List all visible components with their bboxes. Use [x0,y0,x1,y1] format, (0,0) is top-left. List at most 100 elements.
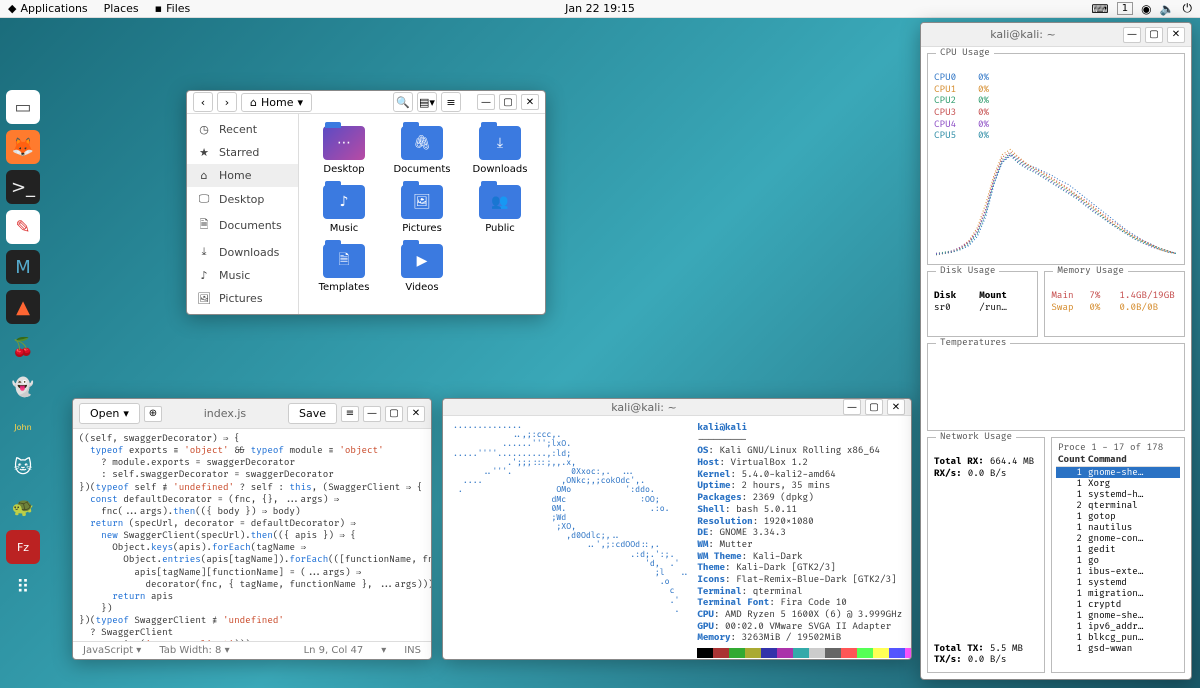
dock-ghost[interactable]: 👻 [6,370,40,404]
terminal-monitor: kali@kali: ~ — ▢ ✕ CPU Usage CPU00%CPU10… [920,22,1192,680]
minimize-button[interactable]: — [477,94,495,110]
dock-metasploit[interactable]: M [6,250,40,284]
folder-icon: 👥 [479,185,521,219]
process-row[interactable]: 1ibus-exte… [1056,566,1180,577]
maximize-button[interactable]: ▢ [385,406,403,422]
process-row[interactable]: 2gnome-con… [1056,533,1180,544]
close-button[interactable]: ✕ [1167,27,1185,43]
minimize-button[interactable]: — [1123,27,1141,43]
sidebar-item-recent[interactable]: ◷Recent [187,118,298,141]
folder-desktop[interactable]: ⋯Desktop [307,126,381,175]
folder-icon: ▶ [401,244,443,278]
files-menu[interactable]: ▪ Files [155,2,191,15]
tab-width-selector[interactable]: Tab Width: 8 ▾ [159,645,229,656]
terminal-body[interactable]: .............. ..,;:ccc,. ......''';lxO.… [443,416,911,660]
close-button[interactable]: ✕ [887,399,905,415]
process-row[interactable]: 1gsd-wwan [1056,643,1180,654]
folder-label: Documents [393,164,450,175]
processes-panel: Proce 1 - 17 of 178 Count Command 1gnome… [1051,437,1185,673]
menu-button[interactable]: ≡ [441,92,461,112]
record-icon[interactable]: ◉ [1141,2,1151,16]
power-icon[interactable]: ⏻ [1183,1,1193,16]
folder-pictures[interactable]: 🖼Pictures [385,185,459,234]
code-area[interactable]: ((self, swaggerDecorator) ⇒ { typeof exp… [73,429,431,641]
process-row[interactable]: 1ipv6_addr… [1056,621,1180,632]
process-row[interactable]: 1cryptd [1056,599,1180,610]
dock-ettercap[interactable]: 🐱 [6,450,40,484]
dock-gedit[interactable]: ✎ [6,210,40,244]
folder-templates[interactable]: 🗎Templates [307,244,381,293]
folder-public[interactable]: 👥Public [463,185,537,234]
process-row[interactable]: 1migration… [1056,588,1180,599]
applications-menu[interactable]: ◆ Applications [8,2,88,15]
sidebar-item-label: Recent [219,123,257,136]
gedit-window: Open ▾ ⊕ index.js Save ≡ — ▢ ✕ ((self, s… [72,398,432,660]
save-button[interactable]: Save [288,403,337,424]
sidebar-item-desktop[interactable]: 🖵Desktop [187,187,298,211]
dock-files[interactable]: ▭ [6,90,40,124]
process-row[interactable]: 1gedit [1056,544,1180,555]
folder-label: Downloads [473,164,528,175]
workspace-indicator[interactable]: 1 [1117,2,1133,15]
cpu-pct: 0% [978,84,989,96]
forward-button[interactable]: › [217,92,237,112]
maximize-button[interactable]: ▢ [865,399,883,415]
dock-john[interactable]: John [6,410,40,444]
process-row[interactable]: 1systemd [1056,577,1180,588]
view-button[interactable]: ▤▾ [417,92,437,112]
sidebar-item-starred[interactable]: ★Starred [187,141,298,164]
dock-firefox[interactable]: 🦊 [6,130,40,164]
folder-documents[interactable]: 🖇Documents [385,126,459,175]
back-button[interactable]: ‹ [193,92,213,112]
minimize-button[interactable]: — [843,399,861,415]
volume-icon[interactable]: 🔈 [1160,2,1175,16]
gedit-statusbar: JavaScript ▾ Tab Width: 8 ▾ Ln 9, Col 47… [73,641,431,659]
sidebar-item-documents[interactable]: 🗎Documents [187,211,298,240]
places-menu[interactable]: Places [104,2,139,15]
sidebar-item-music[interactable]: ♪Music [187,264,298,287]
downloads-icon: ⤓ [197,245,211,259]
gedit-menu-button[interactable]: ≡ [341,406,359,422]
path-home[interactable]: ⌂ Home ▾ [241,93,312,112]
process-row[interactable]: 1nautilus [1056,522,1180,533]
dock-terminal[interactable]: >_ [6,170,40,204]
process-row[interactable]: 1Xorg [1056,478,1180,489]
dock-burp[interactable]: ▲ [6,290,40,324]
folder-music[interactable]: ♪Music [307,185,381,234]
dock-filezilla[interactable]: Fz [6,530,40,564]
cpu-pct: 0% [978,95,989,107]
process-row[interactable]: 1systemd-h… [1056,489,1180,500]
folder-downloads[interactable]: ⤓Downloads [463,126,537,175]
minimize-button[interactable]: — [363,406,381,422]
insert-mode[interactable]: INS [404,645,421,656]
sidebar-item-label: Downloads [219,246,279,259]
sidebar-item-home[interactable]: ⌂Home [187,164,298,187]
process-row[interactable]: 1gnome-she… [1056,610,1180,621]
process-row[interactable]: 1go [1056,555,1180,566]
keyboard-icon[interactable]: ⌨ [1091,2,1108,16]
close-button[interactable]: ✕ [521,94,539,110]
cpu-label: CPU3 [934,107,968,119]
search-button[interactable]: 🔍 [393,92,413,112]
open-button[interactable]: Open ▾ [79,403,140,424]
dock-cherrytree[interactable]: 🍒 [6,330,40,364]
process-row[interactable]: 1gotop [1056,511,1180,522]
dock-wireshark[interactable]: 🐢 [6,490,40,524]
new-tab-button[interactable]: ⊕ [144,406,162,422]
music-icon: ♪ [197,269,211,282]
monitor-body[interactable]: CPU Usage CPU00%CPU10%CPU20%CPU30%CPU40%… [921,47,1191,679]
folder-icon: 🖼 [401,185,443,219]
process-row[interactable]: 1blkcg_pun… [1056,632,1180,643]
sidebar-item-downloads[interactable]: ⤓ Downloads [187,240,298,264]
dock: ▭ 🦊 >_ ✎ M ▲ 🍒 👻 John 🐱 🐢 Fz ⠿ [6,90,40,604]
clock[interactable]: Jan 22 19:15 [565,2,635,15]
process-row[interactable]: 1gnome-she… [1056,467,1180,478]
process-row[interactable]: 2qterminal [1056,500,1180,511]
maximize-button[interactable]: ▢ [1145,27,1163,43]
lang-selector[interactable]: JavaScript ▾ [83,645,141,656]
dock-apps[interactable]: ⠿ [6,570,40,604]
close-button[interactable]: ✕ [407,406,425,422]
folder-videos[interactable]: ▶Videos [385,244,459,293]
maximize-button[interactable]: ▢ [499,94,517,110]
sidebar-item-pictures[interactable]: 🖼Pictures [187,287,298,310]
